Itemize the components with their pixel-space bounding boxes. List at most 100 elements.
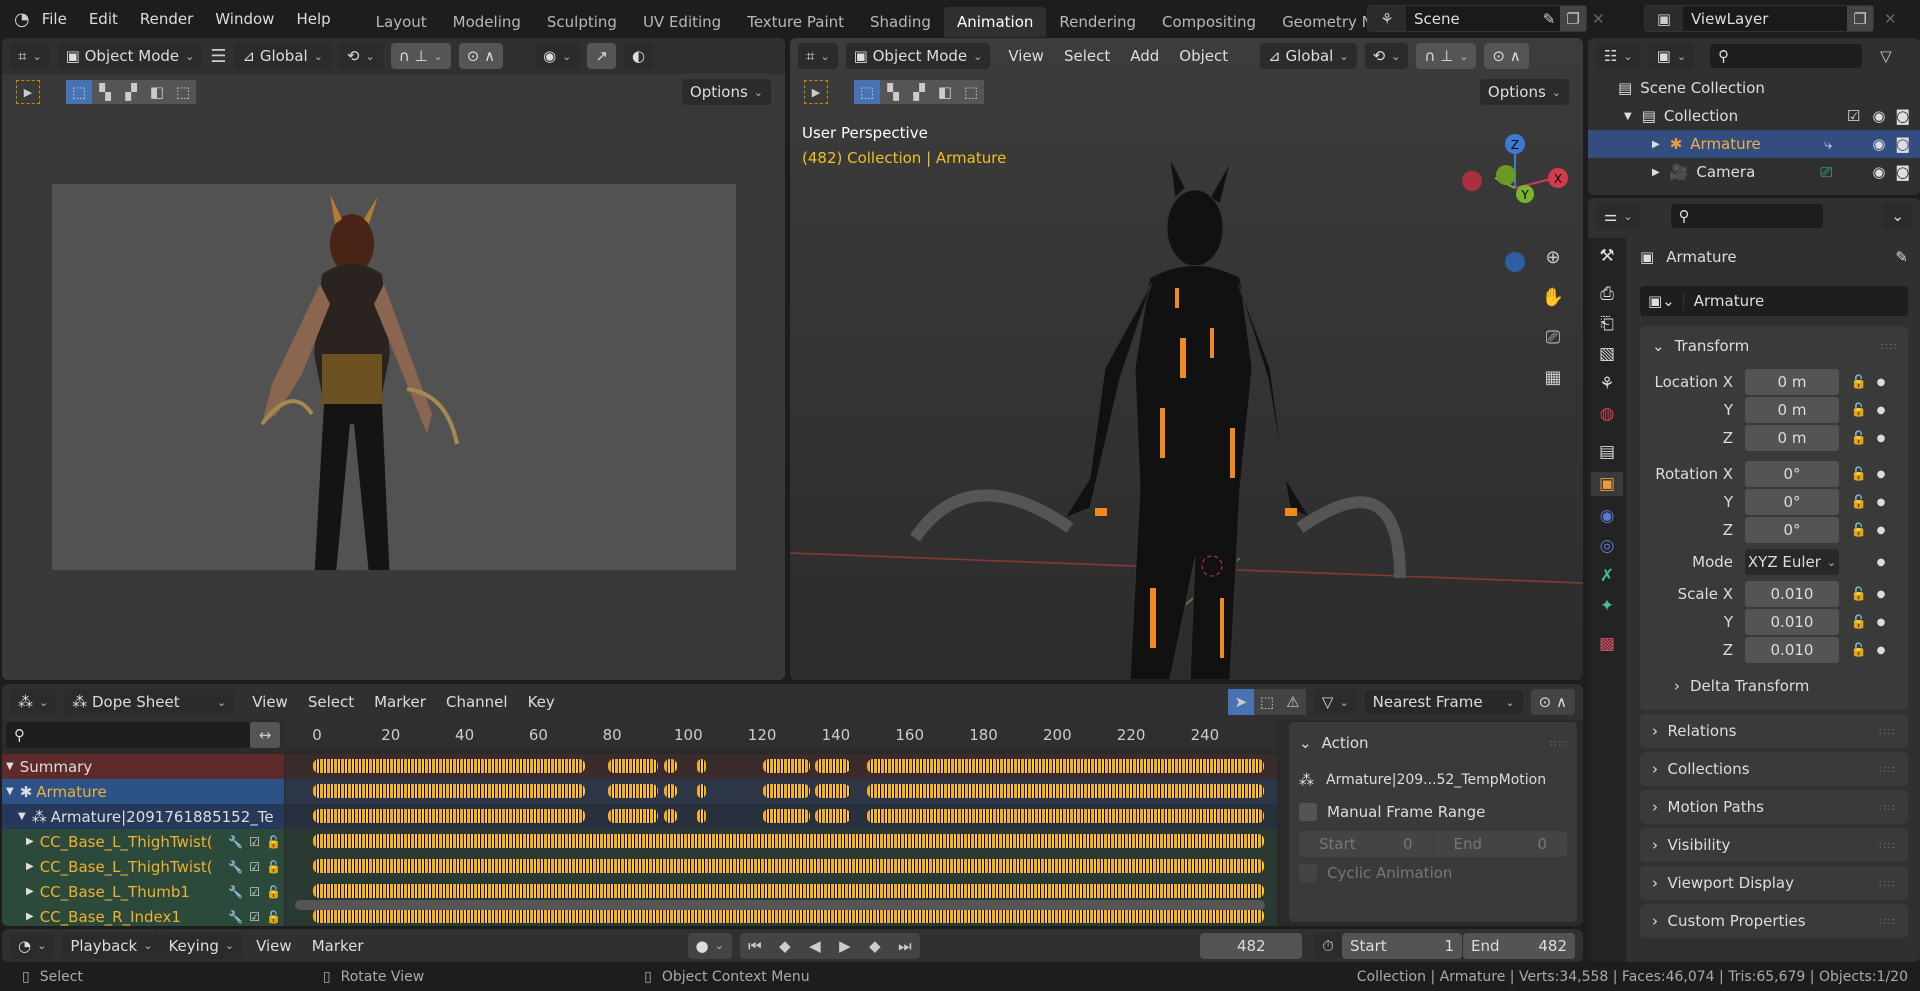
tab-animation[interactable]: Animation xyxy=(943,7,1047,37)
select-new-icon[interactable]: ⬚ xyxy=(66,80,92,104)
menu-help[interactable]: Help xyxy=(296,10,330,28)
physics-tab-icon[interactable]: ◉ xyxy=(1600,506,1615,526)
world-tab-icon[interactable]: ◍ xyxy=(1600,404,1615,424)
expand-arrow-icon[interactable]: ▼ xyxy=(1624,111,1632,122)
datablock-name[interactable]: Armature xyxy=(1694,292,1764,310)
viewport-display-panel[interactable]: › Viewport Display:::: xyxy=(1640,866,1908,900)
object-tab-icon[interactable]: ▣ xyxy=(1590,472,1624,496)
menu-channel[interactable]: Channel xyxy=(446,693,508,711)
outliner-item-scene-collection[interactable]: ▤ Scene Collection xyxy=(1588,74,1920,102)
editor-type-icon[interactable]: ◔ ⌄ xyxy=(10,932,55,959)
scene-selector[interactable]: ⚘ Scene ✎ ❐ xyxy=(1367,5,1587,32)
frame-ruler[interactable]: 0 20 40 60 80 100 120 140 160 180 200 220 240 xyxy=(285,720,1277,750)
select-cursor-icon[interactable]: ➤ xyxy=(1227,689,1254,715)
channel-row-object[interactable]: ▼ ✱ Armature xyxy=(2,779,284,804)
keyframe-strip[interactable] xyxy=(763,809,810,823)
ortho-grid-icon[interactable]: ▦ xyxy=(1538,362,1568,392)
editor-type-icon[interactable]: ⚌ ⌄ xyxy=(1596,203,1641,229)
keyframe-strip[interactable] xyxy=(663,759,677,773)
keyframe-dot-icon[interactable]: ● xyxy=(1873,469,1889,480)
drag-grip-icon[interactable]: :::: xyxy=(1879,802,1896,813)
channel-row-group[interactable]: ▶ CC_Base_L_Thumb1 🔧 ☑ 🔓 xyxy=(2,879,284,904)
tab-layout[interactable]: Layout xyxy=(363,7,440,37)
keyframe-strip[interactable] xyxy=(763,784,810,798)
tab-modeling[interactable]: Modeling xyxy=(440,7,534,37)
keyframe-strip[interactable] xyxy=(313,784,585,798)
expand-arrow-icon[interactable]: ▼ xyxy=(6,786,14,797)
keyframe-dot-icon[interactable]: ● xyxy=(1873,617,1889,628)
object-data-tab-icon[interactable]: ✗ xyxy=(1600,566,1614,586)
tab-compositing[interactable]: Compositing xyxy=(1149,7,1269,37)
eye-icon[interactable]: ◉ xyxy=(1872,163,1885,181)
keyframe-strip[interactable] xyxy=(313,809,585,823)
custom-properties-panel[interactable]: › Custom Properties:::: xyxy=(1640,904,1908,938)
menu-render[interactable]: Render xyxy=(140,10,193,28)
keyframe-dot-icon[interactable]: ● xyxy=(1873,377,1889,388)
keyframe-strip[interactable] xyxy=(814,784,851,798)
hamburger-icon[interactable]: ☰ xyxy=(210,46,226,67)
lock-icon[interactable]: 🔓 xyxy=(1845,523,1873,538)
menu-marker[interactable]: Marker xyxy=(374,693,426,711)
render-camera-icon[interactable]: ◙ xyxy=(1895,107,1910,125)
drag-grip-icon[interactable]: :::: xyxy=(1550,738,1567,749)
overlay-icon[interactable]: ◐ xyxy=(623,43,654,69)
view-layer-selector[interactable]: ▣ ViewLayer ❐ xyxy=(1644,5,1874,32)
checkbox-icon[interactable]: ☑ xyxy=(1847,107,1860,125)
lock-icon[interactable]: 🔓 xyxy=(266,860,281,874)
snap-icon[interactable]: ∩ ⊥ ⌄ xyxy=(390,43,451,69)
keyframe-strip[interactable] xyxy=(866,784,1264,798)
keyframe-dot-icon[interactable]: ● xyxy=(1873,497,1889,508)
transform-header[interactable]: ⌄ Transform:::: xyxy=(1640,332,1908,360)
start-field[interactable]: Start 0 xyxy=(1299,831,1433,857)
cyclic-animation-checkbox[interactable] xyxy=(1299,864,1317,882)
keyframe-strip[interactable] xyxy=(663,784,677,798)
expand-arrow-icon[interactable]: ▶ xyxy=(1652,139,1660,150)
rotation-z-field[interactable]: 0° xyxy=(1745,517,1839,543)
drag-grip-icon[interactable]: :::: xyxy=(1879,916,1896,927)
rotation-mode-select[interactable]: XYZ Euler ⌄ xyxy=(1745,549,1839,575)
zoom-icon[interactable]: ⊕ xyxy=(1538,242,1568,272)
render-tab-icon[interactable]: ⎙ xyxy=(1600,284,1614,304)
lock-icon[interactable]: 🔓 xyxy=(1845,587,1873,602)
keyframe-dot-icon[interactable]: ● xyxy=(1873,525,1889,536)
display-mode-icon[interactable]: ☷ ⌄ xyxy=(1596,43,1641,69)
eye-icon[interactable]: ◉ xyxy=(1872,135,1885,153)
wrench-icon[interactable]: 🔧 xyxy=(228,885,243,899)
relations-panel[interactable]: › Relations:::: xyxy=(1640,714,1908,748)
new-view-layer-icon[interactable]: ❐ xyxy=(1847,6,1873,31)
rotation-x-field[interactable]: 0° xyxy=(1745,461,1839,487)
outliner-search-input[interactable]: ⚲ xyxy=(1710,44,1863,68)
location-y-field[interactable]: 0 m xyxy=(1745,397,1839,423)
proportional-edit-icon[interactable]: ⊙ ∧ xyxy=(1530,689,1575,715)
keyframe-dot-icon[interactable]: ● xyxy=(1873,645,1889,656)
expand-arrow-icon[interactable]: ▶ xyxy=(26,861,34,872)
keyframe-row[interactable] xyxy=(285,804,1277,829)
collection-tab-icon[interactable]: ▤ xyxy=(1599,442,1615,462)
orientation-selector[interactable]: ⊿ Global ⌄ xyxy=(234,43,331,69)
menu-view[interactable]: View xyxy=(256,937,292,955)
scene-tab-icon[interactable]: ⚘ xyxy=(1599,374,1614,394)
select-invert-icon[interactable]: ◧ xyxy=(144,80,170,104)
view-layer-name[interactable]: ViewLayer xyxy=(1691,10,1847,28)
lock-icon[interactable]: 🔓 xyxy=(266,910,281,924)
keyframe-strip[interactable] xyxy=(608,759,659,773)
options-dropdown-icon[interactable]: ⌄ xyxy=(1883,203,1912,229)
editor-type-icon[interactable]: ⌗ ⌄ xyxy=(10,43,50,69)
channel-row-summary[interactable]: ▼ Summary xyxy=(2,754,284,779)
menu-window[interactable]: Window xyxy=(215,10,274,28)
delta-transform-subpanel[interactable]: › Delta Transform xyxy=(1640,670,1908,702)
visibility-panel[interactable]: › Visibility:::: xyxy=(1640,828,1908,862)
checkbox-icon[interactable]: ☑ xyxy=(249,910,260,924)
keying-menu[interactable]: Keying ⌄ xyxy=(160,932,243,959)
filter-icon[interactable]: ▽ xyxy=(1880,47,1892,65)
preview-range-icon[interactable]: ⏱ xyxy=(1314,932,1342,959)
keyframe-strip[interactable] xyxy=(313,834,1264,848)
outliner-item-camera[interactable]: ▶ 🎥 Camera ⎚ ◉ ◙ xyxy=(1588,158,1920,186)
menu-file[interactable]: File xyxy=(42,10,67,28)
tab-shading[interactable]: Shading xyxy=(857,7,944,37)
menu-view[interactable]: View xyxy=(252,693,288,711)
blender-logo-icon[interactable]: ◔ xyxy=(14,9,30,30)
render-camera-icon[interactable]: ◙ xyxy=(1895,163,1910,181)
jump-end-icon[interactable]: ⏭ xyxy=(890,937,920,955)
keyframe-strip[interactable] xyxy=(866,809,1264,823)
